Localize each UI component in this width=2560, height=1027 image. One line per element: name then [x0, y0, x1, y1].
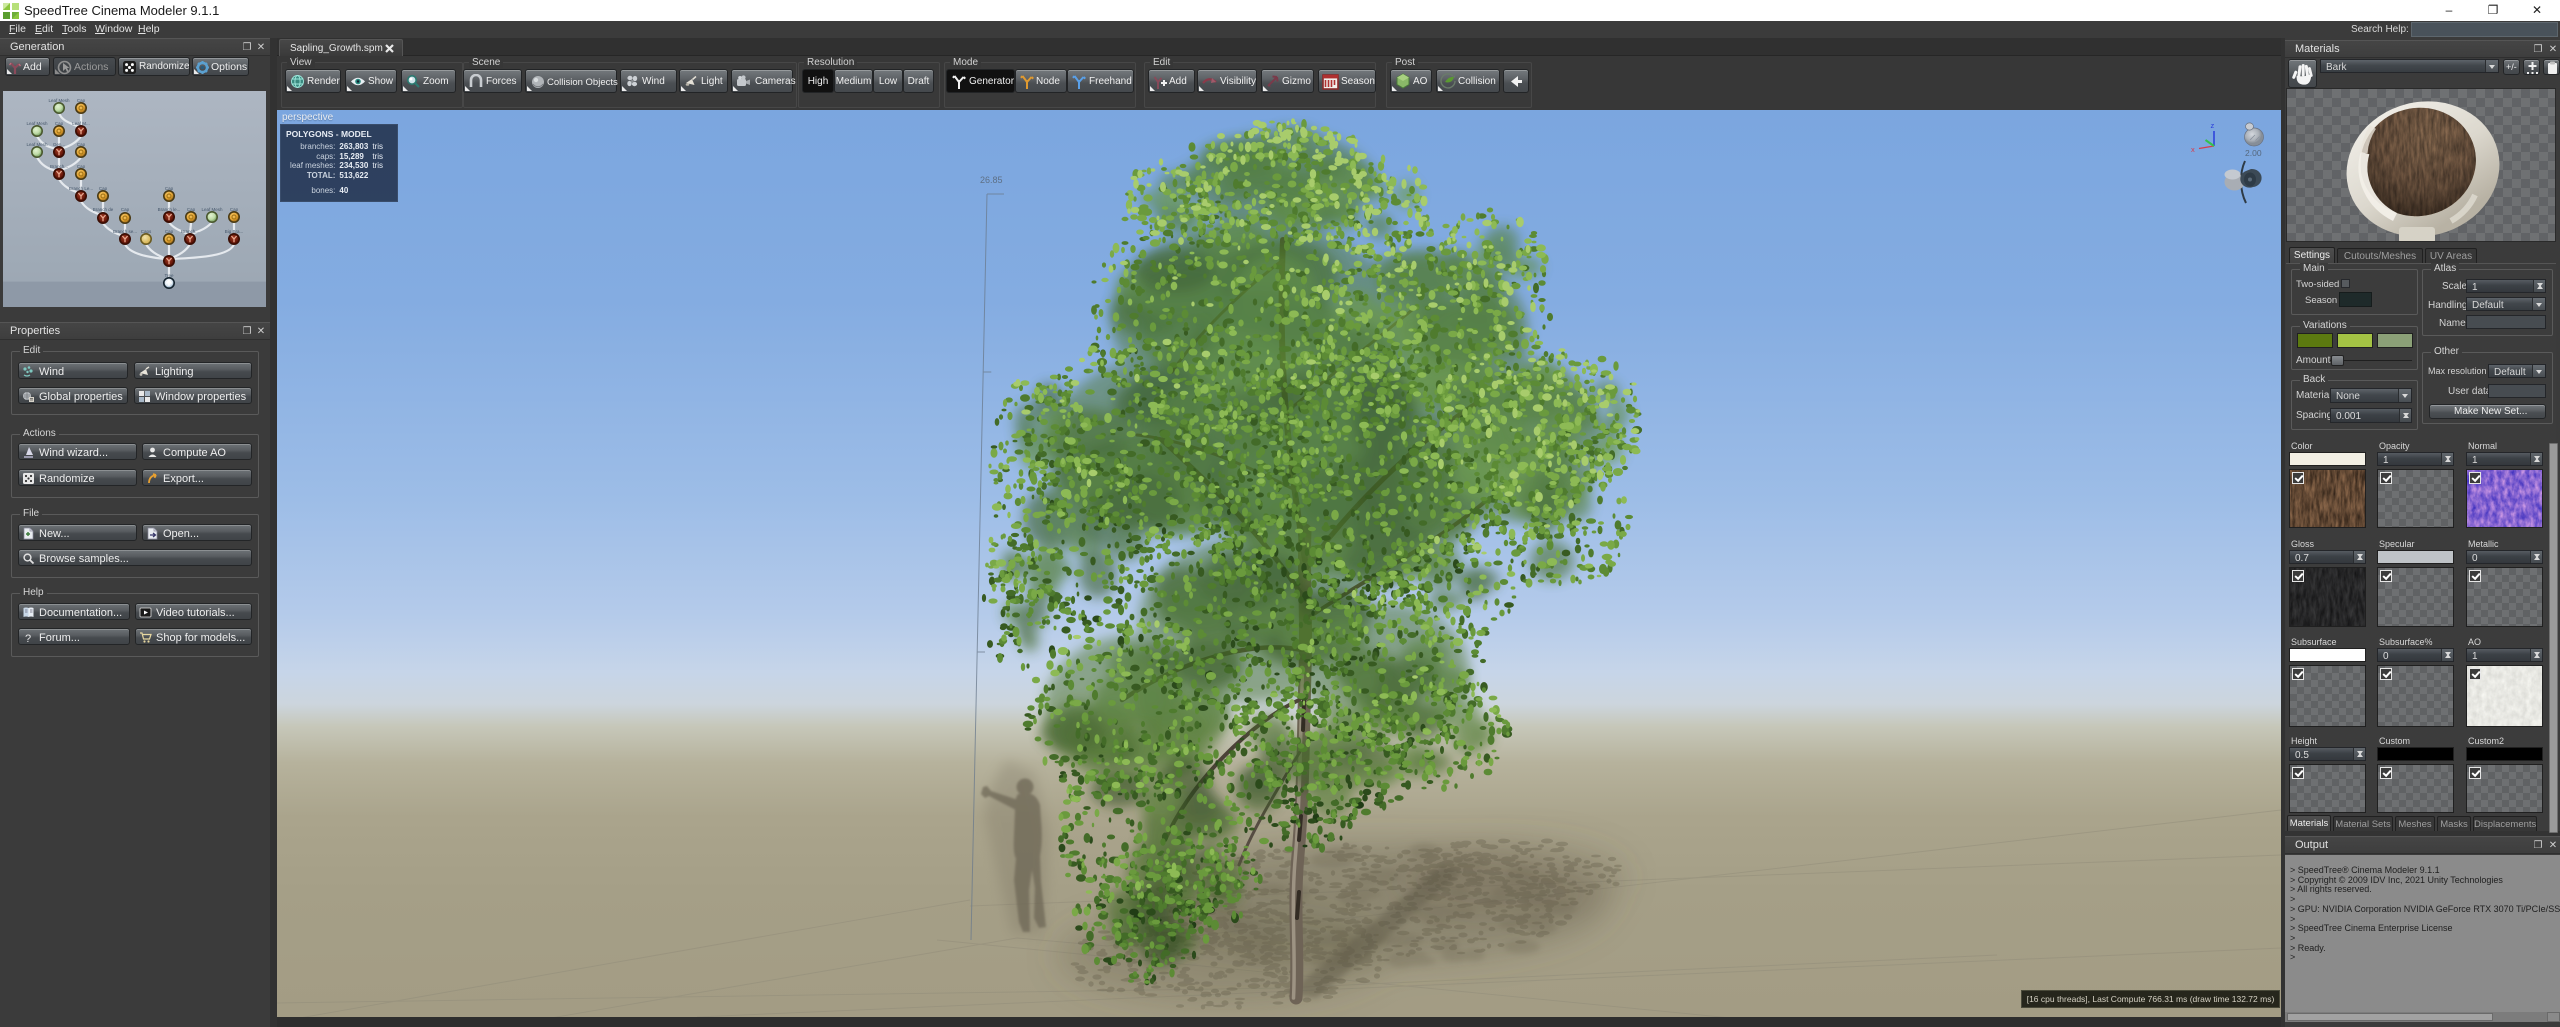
svg-text:Cap: Cap: [121, 207, 130, 212]
svg-text:26.85: 26.85: [980, 175, 1003, 185]
svg-text:?: ?: [25, 633, 31, 644]
svg-text:Branch de: Branch de: [93, 207, 114, 212]
